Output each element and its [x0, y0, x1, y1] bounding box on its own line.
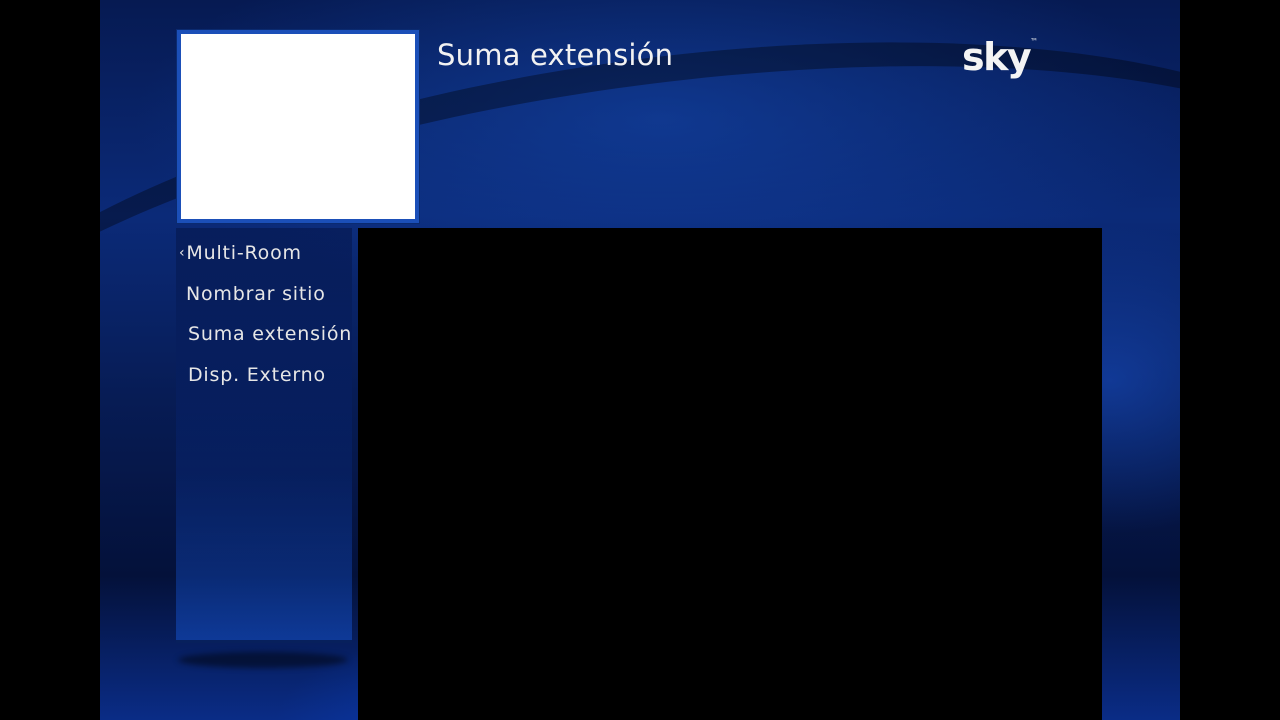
- menu-item-disp-externo[interactable]: Disp. Externo: [188, 364, 326, 386]
- menu-item-nombrar-sitio[interactable]: Nombrar sitio: [186, 283, 326, 305]
- menu-item-label: Disp. Externo: [188, 364, 326, 386]
- sky-logo: sky™: [962, 35, 1039, 79]
- page-title: Suma extensión: [437, 38, 674, 72]
- menu-item-suma-extension[interactable]: Suma extensión: [188, 323, 352, 345]
- menu-item-label: Multi-Room: [186, 242, 302, 264]
- content-panel: [358, 228, 1102, 720]
- menu-item-label: Nombrar sitio: [186, 283, 326, 305]
- sky-logo-text: sky: [962, 35, 1032, 79]
- preview-thumbnail: [177, 30, 419, 223]
- menu-item-label: Suma extensión: [188, 323, 353, 345]
- menu-item-multi-room[interactable]: ‹Multi-Room: [179, 242, 302, 264]
- tv-screen: Suma extensión sky™ ‹Multi-Room Nombrar …: [100, 0, 1180, 720]
- menu-panel-shadow: [178, 652, 348, 668]
- back-arrow-icon: ‹: [179, 245, 186, 261]
- trademark-mark: ™: [1030, 37, 1039, 46]
